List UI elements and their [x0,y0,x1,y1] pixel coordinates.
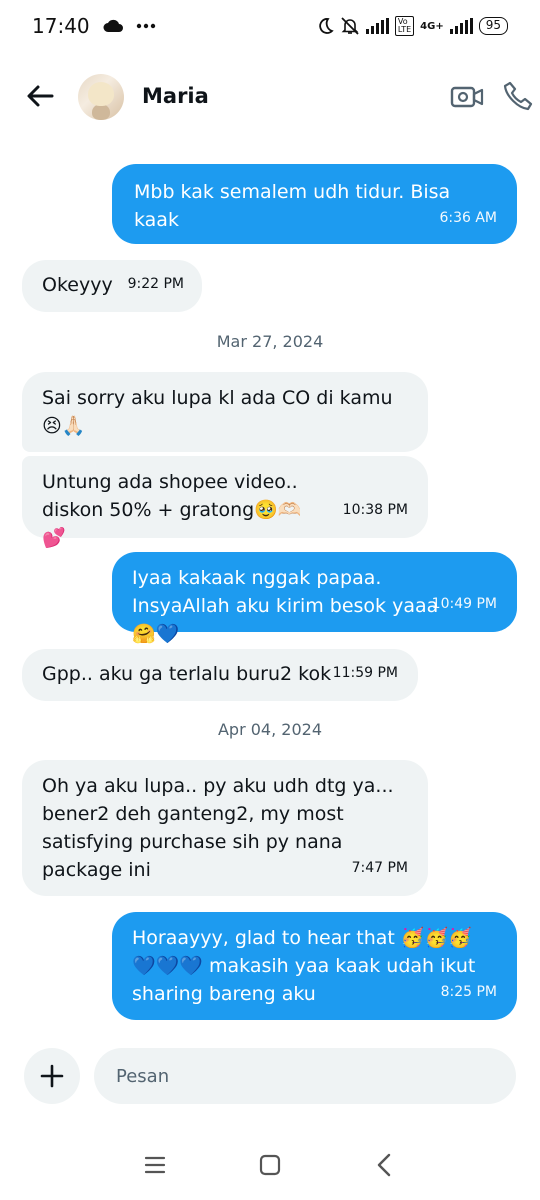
moon-icon [319,18,334,34]
message-time: 7:47 PM [351,860,408,876]
back-arrow-icon[interactable] [24,80,56,112]
plus-icon [40,1064,64,1088]
message-text: Okeyyy [42,274,113,296]
date-separator: Mar 27, 2024 [216,332,324,351]
message-time: 9:22 PM [127,276,184,292]
message-time: 6:36 AM [439,210,497,226]
network-label: 4G+ [420,20,444,32]
more-dots-icon [136,23,155,29]
battery-icon: 95 [478,17,508,35]
chat-header: Maria [0,62,540,132]
back-chevron-icon[interactable] [370,1150,400,1180]
avatar[interactable] [78,74,124,120]
message-time: 8:25 PM [440,984,497,1000]
volte-icon: Vo LTE [394,16,415,36]
signal-icon [449,18,473,34]
message-text: Sai sorry aku lupa kl ada CO di kamu 😣🙏🏻 [42,387,393,437]
message-composer[interactable] [94,1048,516,1104]
battery-level: 95 [485,18,501,32]
message-incoming[interactable]: Untung ada shopee video.. diskon 50% + g… [22,456,428,549]
signal-icon [365,18,389,34]
system-nav-bar [0,1140,540,1190]
message-input[interactable] [116,1065,516,1087]
message-outgoing[interactable]: Horaayyy, glad to hear that 🥳🥳🥳 💙💙💙 maka… [112,912,517,1020]
message-outgoing[interactable]: Mbb kak semalem udh tidur. Bisa kaak 6:3… [112,164,517,244]
message-text: Gpp.. aku ga terlalu buru2 kok [42,663,332,685]
message-outgoing[interactable]: Iyaa kakaak nggak papaa. InsyaAllah aku … [112,552,517,645]
bell-off-icon [341,17,359,35]
status-bar: 17:40 Vo LTE 4G+ 95 [0,0,540,52]
message-incoming[interactable]: Gpp.. aku ga terlalu buru2 kok 11:59 PM [22,649,418,701]
message-incoming[interactable]: Oh ya aku lupa.. py aku udh dtg ya... be… [22,760,428,896]
menu-icon[interactable] [140,1150,170,1180]
home-square-icon[interactable] [255,1150,285,1180]
message-time: 11:59 PM [332,665,398,681]
add-attachment-button[interactable] [24,1048,80,1104]
status-time: 17:40 [32,14,90,38]
cloud-icon [103,19,123,32]
message-time: 10:38 PM [342,502,408,518]
message-incoming[interactable]: Okeyyy 9:22 PM [22,260,202,312]
message-incoming[interactable]: Sai sorry aku lupa kl ada CO di kamu 😣🙏🏻 [22,372,428,452]
date-separator: Apr 04, 2024 [217,720,322,739]
message-time: 10:49 PM [431,596,497,612]
phone-icon[interactable] [502,80,534,112]
video-call-icon[interactable] [450,82,484,112]
contact-name[interactable]: Maria [142,84,209,108]
